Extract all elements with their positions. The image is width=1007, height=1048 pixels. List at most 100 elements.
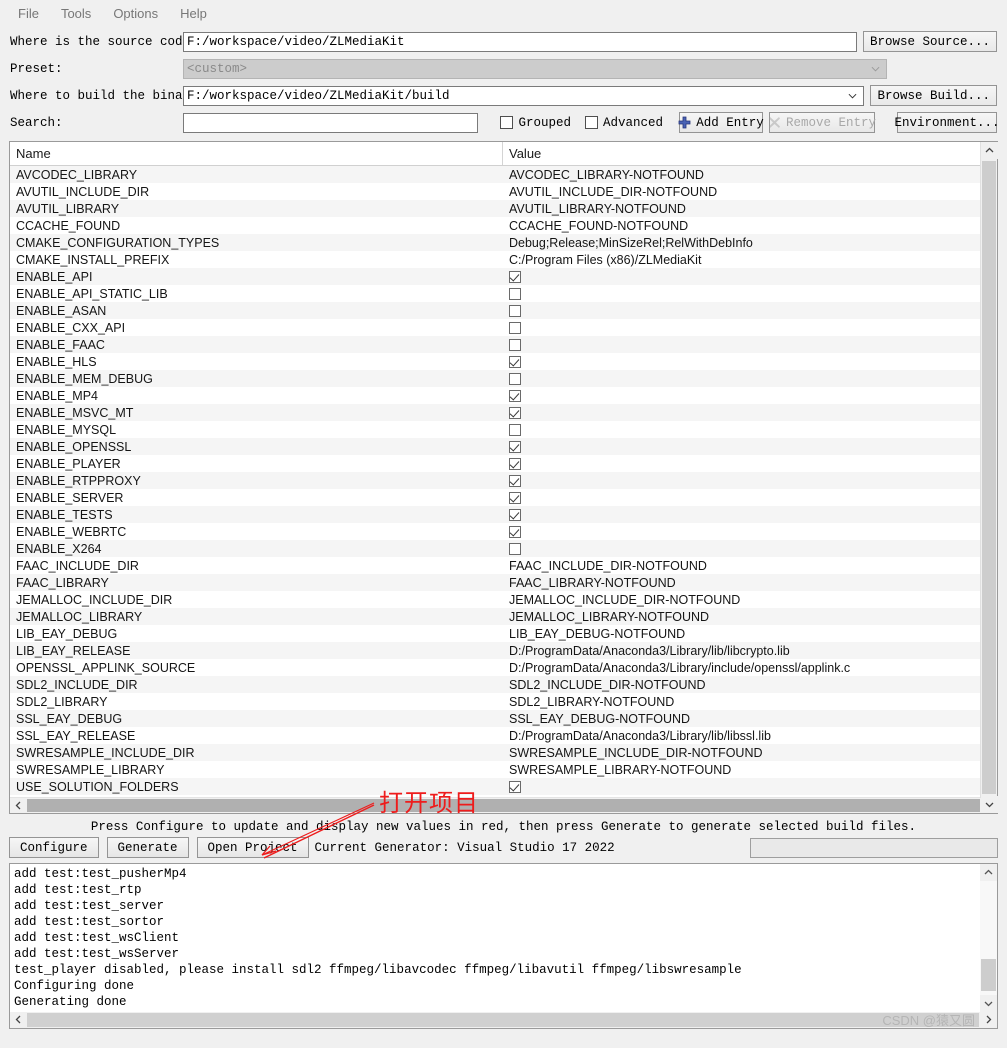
checkbox-checked-icon[interactable] bbox=[509, 440, 521, 453]
log-vertical-scroll-track[interactable] bbox=[980, 881, 997, 995]
table-row[interactable]: SSL_EAY_DEBUG SSL_EAY_DEBUG-NOTFOUND bbox=[10, 710, 997, 727]
cache-entry-value[interactable] bbox=[503, 372, 997, 385]
checkbox-unchecked-icon[interactable] bbox=[509, 542, 521, 555]
cache-entry-value[interactable] bbox=[503, 474, 997, 487]
cache-entry-value[interactable] bbox=[503, 304, 997, 317]
horizontal-scroll-track[interactable] bbox=[26, 798, 981, 813]
menu-item-options[interactable]: Options bbox=[103, 3, 168, 24]
checkbox-checked-icon[interactable] bbox=[509, 780, 521, 793]
scroll-up-icon[interactable] bbox=[980, 864, 997, 881]
cache-entry-value[interactable] bbox=[503, 338, 997, 351]
table-row[interactable]: ENABLE_CXX_API bbox=[10, 319, 997, 336]
table-row[interactable]: LIB_EAY_RELEASE D:/ProgramData/Anaconda3/… bbox=[10, 642, 997, 659]
cache-entry-value[interactable]: CCACHE_FOUND-NOTFOUND bbox=[503, 219, 997, 233]
cache-entry-value[interactable] bbox=[503, 423, 997, 436]
browse-build-button[interactable]: Browse Build... bbox=[870, 85, 997, 106]
cache-entry-value[interactable] bbox=[503, 508, 997, 521]
checkbox-checked-icon[interactable] bbox=[509, 389, 521, 402]
menu-item-file[interactable]: File bbox=[8, 3, 49, 24]
cache-entry-value[interactable] bbox=[503, 440, 997, 453]
table-row[interactable]: ENABLE_MSVC_MT bbox=[10, 404, 997, 421]
open-project-button[interactable]: Open Project bbox=[196, 837, 309, 858]
table-row[interactable]: ENABLE_SERVER bbox=[10, 489, 997, 506]
checkbox-unchecked-icon[interactable] bbox=[509, 338, 521, 351]
checkbox-checked-icon[interactable] bbox=[509, 355, 521, 368]
environment-button[interactable]: Environment... bbox=[894, 112, 1000, 133]
table-row[interactable]: OPENSSL_APPLINK_SOURCE D:/ProgramData/Ana… bbox=[10, 659, 997, 676]
cache-entry-value[interactable]: LIB_EAY_DEBUG-NOTFOUND bbox=[503, 627, 997, 641]
cache-entry-value[interactable]: FAAC_INCLUDE_DIR-NOTFOUND bbox=[503, 559, 997, 573]
log-horizontal-scrollbar[interactable]: CSDN @猿又圆 bbox=[10, 1012, 997, 1028]
cache-entry-value[interactable] bbox=[503, 355, 997, 368]
scroll-up-icon[interactable] bbox=[981, 142, 998, 159]
checkbox-unchecked-icon[interactable] bbox=[509, 287, 521, 300]
table-row[interactable]: USE_SOLUTION_FOLDERS bbox=[10, 778, 997, 795]
checkbox-checked-icon[interactable] bbox=[509, 406, 521, 419]
table-row[interactable]: ENABLE_HLS bbox=[10, 353, 997, 370]
table-row[interactable]: SSL_EAY_RELEASE D:/ProgramData/Anaconda3/… bbox=[10, 727, 997, 744]
cache-entry-value[interactable]: AVUTIL_LIBRARY-NOTFOUND bbox=[503, 202, 997, 216]
table-row[interactable]: JEMALLOC_LIBRARY JEMALLOC_LIBRARY-NOTFOUN… bbox=[10, 608, 997, 625]
grouped-checkbox[interactable]: Grouped bbox=[500, 116, 571, 130]
cache-entry-value[interactable]: SWRESAMPLE_LIBRARY-NOTFOUND bbox=[503, 763, 997, 777]
add-entry-button[interactable]: Add Entry bbox=[678, 112, 764, 133]
table-row[interactable]: ENABLE_ASAN bbox=[10, 302, 997, 319]
column-header-name[interactable]: Name bbox=[10, 142, 503, 165]
column-header-value[interactable]: Value bbox=[503, 142, 997, 165]
table-row[interactable]: CCACHE_FOUND CCACHE_FOUND-NOTFOUND bbox=[10, 217, 997, 234]
scroll-down-icon[interactable] bbox=[980, 995, 997, 1012]
table-row[interactable]: ENABLE_TESTS bbox=[10, 506, 997, 523]
cache-entry-value[interactable]: FAAC_LIBRARY-NOTFOUND bbox=[503, 576, 997, 590]
cache-entry-value[interactable]: C:/Program Files (x86)/ZLMediaKit bbox=[503, 253, 997, 267]
cache-entry-value[interactable] bbox=[503, 270, 997, 283]
table-row[interactable]: JEMALLOC_INCLUDE_DIR JEMALLOC_INCLUDE_DIR… bbox=[10, 591, 997, 608]
cache-entry-value[interactable] bbox=[503, 542, 997, 555]
cache-entry-value[interactable] bbox=[503, 389, 997, 402]
table-row[interactable]: SWRESAMPLE_LIBRARY SWRESAMPLE_LIBRARY-NOT… bbox=[10, 761, 997, 778]
table-row[interactable]: AVCODEC_LIBRARY AVCODEC_LIBRARY-NOTFOUND bbox=[10, 166, 997, 183]
generate-button[interactable]: Generate bbox=[106, 837, 189, 858]
checkbox-checked-icon[interactable] bbox=[509, 508, 521, 521]
browse-source-button[interactable]: Browse Source... bbox=[862, 31, 997, 52]
table-row[interactable]: CMAKE_INSTALL_PREFIX C:/Program Files (x8… bbox=[10, 251, 997, 268]
horizontal-scroll-thumb[interactable] bbox=[27, 799, 980, 812]
checkbox-icon[interactable] bbox=[500, 116, 514, 129]
table-row[interactable]: FAAC_LIBRARY FAAC_LIBRARY-NOTFOUND bbox=[10, 574, 997, 591]
chevron-down-icon[interactable] bbox=[848, 91, 857, 100]
cache-entry-value[interactable] bbox=[503, 457, 997, 470]
source-input[interactable]: F:/workspace/video/ZLMediaKit bbox=[183, 31, 857, 52]
menu-item-tools[interactable]: Tools bbox=[51, 3, 101, 24]
checkbox-unchecked-icon[interactable] bbox=[509, 423, 521, 436]
table-row[interactable]: ENABLE_MYSQL bbox=[10, 421, 997, 438]
checkbox-checked-icon[interactable] bbox=[509, 474, 521, 487]
table-row[interactable]: AVUTIL_INCLUDE_DIR AVUTIL_INCLUDE_DIR-NOT… bbox=[10, 183, 997, 200]
cache-entry-value[interactable]: D:/ProgramData/Anaconda3/Library/include… bbox=[503, 661, 997, 675]
checkbox-checked-icon[interactable] bbox=[509, 491, 521, 504]
cache-entry-value[interactable]: JEMALLOC_INCLUDE_DIR-NOTFOUND bbox=[503, 593, 997, 607]
cache-entry-value[interactable] bbox=[503, 321, 997, 334]
table-row[interactable]: ENABLE_FAAC bbox=[10, 336, 997, 353]
table-row[interactable]: ENABLE_API_STATIC_LIB bbox=[10, 285, 997, 302]
build-input[interactable]: F:/workspace/video/ZLMediaKit/build bbox=[183, 85, 865, 106]
menu-item-help[interactable]: Help bbox=[170, 3, 217, 24]
cache-entry-value[interactable]: D:/ProgramData/Anaconda3/Library/lib/lib… bbox=[503, 729, 997, 743]
table-row[interactable]: FAAC_INCLUDE_DIR FAAC_INCLUDE_DIR-NOTFOUN… bbox=[10, 557, 997, 574]
scroll-right-icon[interactable] bbox=[980, 1012, 997, 1027]
log-horizontal-scroll-track[interactable] bbox=[26, 1012, 980, 1028]
table-row[interactable]: ENABLE_X264 bbox=[10, 540, 997, 557]
table-horizontal-scrollbar[interactable] bbox=[10, 797, 997, 813]
log-horizontal-scroll-thumb[interactable] bbox=[27, 1013, 979, 1027]
log-vertical-scrollbar[interactable] bbox=[980, 864, 997, 1012]
table-row[interactable]: ENABLE_RTPPROXY bbox=[10, 472, 997, 489]
vertical-scroll-thumb[interactable] bbox=[982, 161, 996, 794]
checkbox-unchecked-icon[interactable] bbox=[509, 372, 521, 385]
configure-button[interactable]: Configure bbox=[9, 837, 99, 858]
cache-entry-value[interactable]: SDL2_LIBRARY-NOTFOUND bbox=[503, 695, 997, 709]
table-row[interactable]: ENABLE_WEBRTC bbox=[10, 523, 997, 540]
table-vertical-scrollbar[interactable] bbox=[980, 142, 998, 813]
checkbox-checked-icon[interactable] bbox=[509, 457, 521, 470]
scroll-left-icon[interactable] bbox=[10, 1012, 26, 1027]
checkbox-unchecked-icon[interactable] bbox=[509, 321, 521, 334]
cache-entry-value[interactable]: SSL_EAY_DEBUG-NOTFOUND bbox=[503, 712, 997, 726]
cache-entry-value[interactable]: Debug;Release;MinSizeRel;RelWithDebInfo bbox=[503, 236, 997, 250]
